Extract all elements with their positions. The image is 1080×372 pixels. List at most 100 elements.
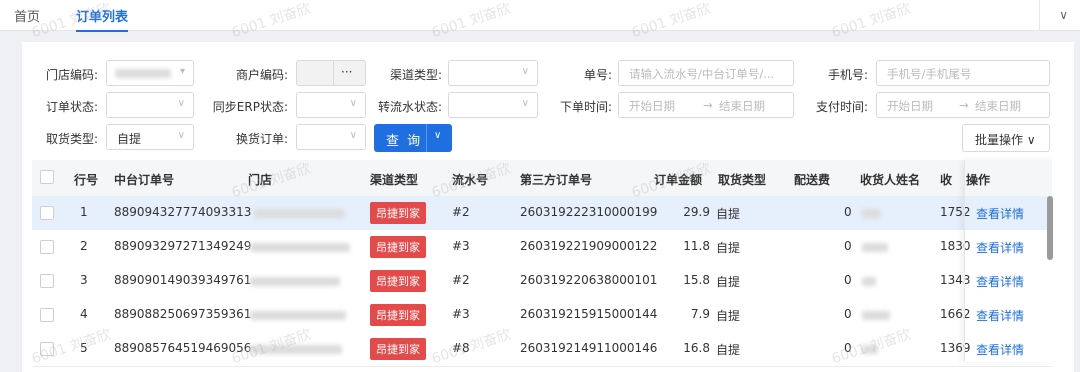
arrow-right-icon: → (959, 98, 969, 112)
store-code-label: 门店编码: (45, 68, 98, 82)
amount: 29.9 (683, 205, 710, 219)
order-status-select[interactable]: ∨ (106, 92, 194, 118)
transfer-status-select[interactable]: ∨ (448, 92, 538, 118)
delivery-fee: 0 (844, 307, 852, 321)
merchant-code-label: 商户编码: (235, 68, 288, 82)
col-order-no: 中台订单号 (114, 173, 175, 187)
serial-no: #3 (452, 307, 470, 321)
redacted-store (250, 277, 340, 286)
store-code-select[interactable]: ▾ (106, 60, 194, 86)
third-order-no: 260319214911000146 (520, 341, 658, 355)
chevron-down-icon: ∨ (177, 130, 185, 141)
third-order-no: 260319220638000101 (520, 273, 658, 287)
table-header: 行号 中台订单号 门店 渠道类型 流水号 第三方订单号 订单金额 取货类型 配送… (32, 160, 1052, 197)
serial-no: #2 (452, 205, 470, 219)
order-time-label: 下单时间: (559, 100, 612, 114)
delivery-fee: 0 (844, 273, 852, 287)
start-date: 开始日期 (629, 99, 675, 113)
channel-tag: 昂捷到家 (370, 236, 426, 258)
pickup-type: 自提 (716, 309, 741, 323)
channel-type-select[interactable]: ∨ (448, 60, 538, 86)
order-status-label: 订单状态: (45, 100, 98, 114)
select-all-checkbox[interactable] (40, 170, 54, 184)
placeholder: 请输入流水号/中台订单号/... (629, 67, 775, 81)
redacted-store (254, 209, 344, 218)
receiver-phone: 1662 (940, 307, 971, 321)
table-row[interactable]: 3 889090149039349761 昂捷到家 #2 26031922063… (32, 264, 1052, 299)
col-row-no: 行号 (74, 173, 99, 187)
vertical-scrollbar[interactable] (1047, 196, 1053, 260)
amount: 16.8 (683, 341, 710, 355)
row-no: 3 (80, 273, 88, 287)
phone-input[interactable]: 手机号/手机尾号 (876, 60, 1050, 86)
order-no: 889090149039349761 (114, 273, 252, 287)
pickup-type-select[interactable]: 自提 ∨ (106, 124, 194, 150)
amount: 15.8 (683, 273, 710, 287)
view-detail-link[interactable]: 查看详情 (976, 205, 1024, 222)
exchange-order-select[interactable]: ∨ (296, 124, 366, 150)
row-checkbox[interactable] (40, 308, 54, 322)
row-no: 4 (80, 307, 88, 321)
erp-status-label: 同步ERP状态: (212, 100, 288, 114)
channel-tag: 昂捷到家 (370, 202, 426, 224)
order-no-input[interactable]: 请输入流水号/中台订单号/... (618, 60, 794, 86)
col-action: 操作 (966, 173, 991, 187)
table-row[interactable]: 1 889094327774093313 昂捷到家 #2 26031922231… (32, 196, 1052, 231)
col-channel: 渠道类型 (370, 173, 419, 187)
receiver-phone: 1830 (940, 239, 971, 253)
view-detail-link[interactable]: 查看详情 (976, 273, 1024, 290)
col-pickup: 取货类型 (718, 173, 767, 187)
amount: 11.8 (683, 239, 710, 253)
erp-status-select[interactable]: ∨ (296, 92, 366, 118)
row-no: 2 (80, 239, 88, 253)
merchant-code-input[interactable]: ··· (296, 60, 366, 86)
end-date: 结束日期 (975, 99, 1021, 113)
chevron-down-icon[interactable]: ∨ (1059, 8, 1068, 22)
serial-no: #2 (452, 273, 470, 287)
batch-label: 批量操作 ∨ (975, 133, 1036, 147)
row-no: 1 (80, 205, 88, 219)
query-button[interactable]: 查 询 ∨ (374, 124, 452, 152)
pickup-type: 自提 (716, 275, 741, 289)
receiver-phone: 1752 (940, 205, 971, 219)
chevron-down-icon[interactable]: ∨ (434, 130, 441, 141)
pay-time-range[interactable]: 开始日期 → 结束日期 (876, 92, 1050, 118)
end-date: 结束日期 (719, 99, 765, 113)
channel-type-label: 渠道类型: (389, 68, 442, 82)
channel-tag: 昂捷到家 (370, 338, 426, 360)
redacted-receiver (862, 243, 888, 252)
amount: 7.9 (690, 307, 710, 321)
query-label: 查 询 (386, 134, 423, 149)
more-icon[interactable]: ··· (341, 65, 352, 79)
chevron-down-icon: ∨ (521, 98, 529, 109)
delivery-fee: 0 (844, 205, 852, 219)
pickup-type: 自提 (716, 343, 741, 357)
third-order-no: 260319215915000144 (520, 307, 658, 321)
redacted-store (250, 311, 346, 320)
chevron-down-icon: ∨ (349, 98, 357, 109)
redacted-receiver (862, 277, 876, 286)
view-detail-link[interactable]: 查看详情 (976, 307, 1024, 324)
view-detail-link[interactable]: 查看详情 (976, 341, 1024, 358)
order-no: 889093297271349249 (114, 239, 252, 253)
receiver-phone: 1369 (940, 341, 971, 355)
chevron-down-icon: ∨ (521, 66, 529, 77)
row-checkbox[interactable] (40, 240, 54, 254)
placeholder: 手机号/手机尾号 (887, 67, 972, 81)
table-row[interactable]: 2 889093297271349249 昂捷到家 #3 26031922190… (32, 230, 1052, 265)
order-time-range[interactable]: 开始日期 → 结束日期 (618, 92, 794, 118)
redacted-receiver (862, 209, 880, 218)
arrow-right-icon: → (703, 98, 713, 112)
order-no: 889088250697359361 (114, 307, 252, 321)
chevron-down-icon: ▾ (179, 66, 185, 77)
view-detail-link[interactable]: 查看详情 (976, 239, 1024, 256)
pickup-type-label: 取货类型: (45, 132, 98, 146)
divider (1039, 0, 1040, 30)
pickup-type: 自提 (716, 241, 741, 255)
col-receiver: 收货人姓名 (860, 173, 921, 187)
row-checkbox[interactable] (40, 274, 54, 288)
row-checkbox[interactable] (40, 206, 54, 220)
transfer-status-label: 转流水状态: (377, 100, 442, 114)
batch-operation-button[interactable]: 批量操作 ∨ (962, 124, 1050, 152)
col-receiver-phone: 收 (940, 173, 953, 187)
